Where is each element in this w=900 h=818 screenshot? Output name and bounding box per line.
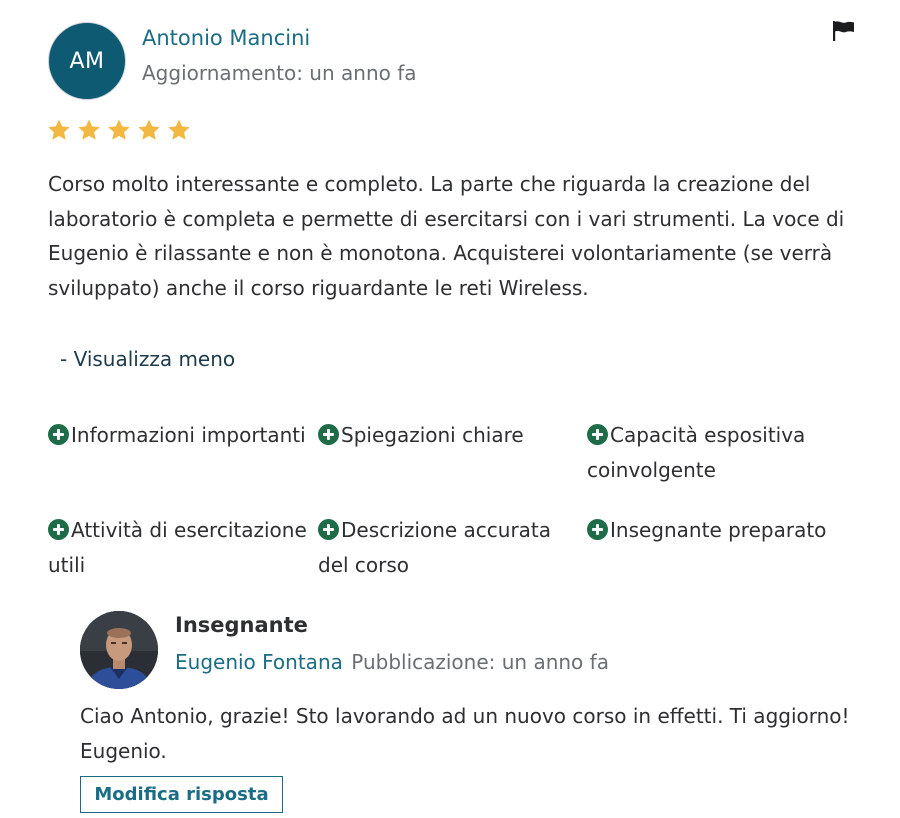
response-meta: Eugenio Fontana Pubblicazione: un anno f… — [175, 650, 609, 674]
tag-label: Informazioni importanti — [71, 423, 306, 447]
review-updated-time: Aggiornamento: un anno fa — [142, 61, 417, 85]
instructor-avatar — [80, 611, 158, 689]
tag-label: Capacità espositiva coinvolgente — [587, 423, 806, 482]
edit-response-button[interactable]: Modifica risposta — [80, 776, 283, 813]
plus-circle-icon — [318, 424, 339, 445]
plus-circle-icon — [587, 424, 608, 445]
tag-label: Insegnante preparato — [610, 518, 827, 542]
feedback-tag: Attività di esercitazione utili — [48, 513, 310, 582]
show-less-link[interactable]: - Visualizza meno — [60, 347, 235, 371]
star-rating — [47, 118, 191, 142]
feedback-tag: Spiegazioni chiare — [318, 418, 580, 453]
star-icon — [138, 119, 160, 140]
feedback-tag: Capacità espositiva coinvolgente — [587, 418, 849, 487]
star-icon — [108, 119, 130, 140]
reviewer-name[interactable]: Antonio Mancini — [142, 26, 310, 50]
tag-label: Spiegazioni chiare — [341, 423, 524, 447]
star-icon — [78, 119, 100, 140]
feedback-tag: Insegnante preparato — [587, 513, 849, 548]
response-text: Ciao Antonio, grazie! Sto lavorando ad u… — [80, 704, 850, 763]
review-card: AM Antonio Mancini Aggiornamento: un ann… — [0, 0, 900, 818]
tag-label: Descrizione accurata del corso — [318, 518, 552, 577]
star-icon — [48, 119, 70, 140]
feedback-tag: Informazioni importanti — [48, 418, 310, 453]
review-text: Corso molto interessante e completo. La … — [48, 172, 845, 300]
flag-icon[interactable] — [830, 20, 856, 42]
plus-circle-icon — [318, 519, 339, 540]
response-published-time: Pubblicazione: un anno fa — [351, 650, 609, 674]
reviewer-avatar: AM — [48, 22, 126, 100]
instructor-name[interactable]: Eugenio Fontana — [175, 650, 343, 674]
star-icon — [168, 119, 190, 140]
feedback-tag: Descrizione accurata del corso — [318, 513, 580, 582]
plus-circle-icon — [587, 519, 608, 540]
plus-circle-icon — [48, 519, 69, 540]
tag-label: Attività di esercitazione utili — [48, 518, 307, 577]
response-role: Insegnante — [175, 613, 308, 637]
plus-circle-icon — [48, 424, 69, 445]
reviewer-initials: AM — [69, 48, 105, 74]
